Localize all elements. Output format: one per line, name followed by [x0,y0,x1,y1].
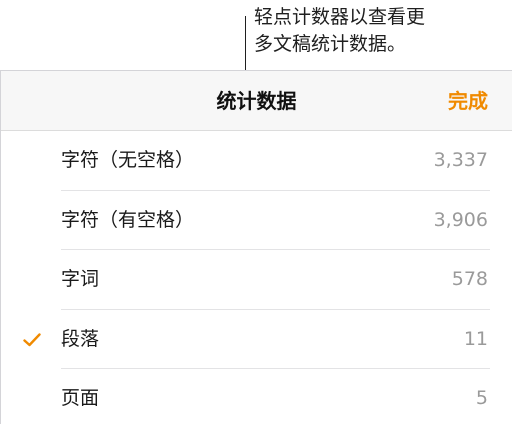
stat-row-pages[interactable]: 页面 5 [1,369,512,424]
callout-text: 轻点计数器以查看更 多文稿统计数据。 [254,6,426,55]
statistics-list: 字符（无空格） 3,337 字符（有空格） 3,906 字词 578 段落 11… [1,131,512,424]
stat-row-paragraphs[interactable]: 段落 11 [1,310,512,370]
panel-header: 统计数据 完成 [1,71,512,131]
panel-title: 统计数据 [216,89,297,113]
statistics-panel: 统计数据 完成 字符（无空格） 3,337 字符（有空格） 3,906 字词 5… [0,70,512,424]
callout-leader-line [245,16,246,74]
stat-row-characters-with-spaces[interactable]: 字符（有空格） 3,906 [1,191,512,251]
stat-label: 段落 [61,327,100,350]
stat-label: 字词 [61,268,100,290]
stat-label: 页面 [61,387,100,409]
stat-value: 578 [451,268,488,290]
stat-value: 5 [475,387,488,409]
stat-value: 3,337 [433,149,488,171]
stat-label: 字符（无空格） [61,149,195,171]
stat-value: 11 [463,327,488,350]
stat-row-characters-no-spaces[interactable]: 字符（无空格） 3,337 [1,131,512,191]
word-count-screen: 轻点计数器以查看更 多文稿统计数据。 统计数据 完成 字符（无空格） 3,337… [0,0,512,424]
done-button[interactable]: 完成 [448,71,488,131]
check-icon [23,332,41,346]
stat-label: 字符（有空格） [61,208,195,231]
stat-value: 3,906 [433,208,488,231]
stat-row-words[interactable]: 字词 578 [1,250,512,310]
